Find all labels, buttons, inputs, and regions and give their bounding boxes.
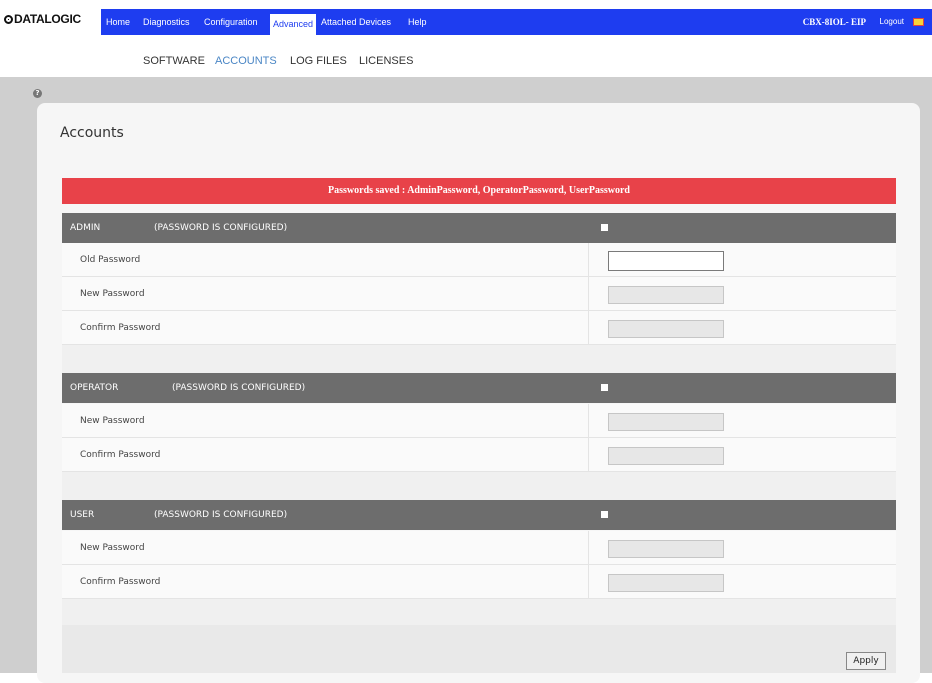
form-row-new-password: New Password [62, 404, 896, 438]
language-flag-icon[interactable] [913, 18, 924, 26]
operator-confirm-password-input[interactable] [608, 447, 724, 465]
form-row-new-password: New Password [62, 531, 896, 565]
admin-new-password-input[interactable] [608, 286, 724, 304]
admin-confirm-password-input[interactable] [608, 320, 724, 338]
nav-configuration[interactable]: Configuration [204, 9, 258, 35]
divider [588, 531, 589, 565]
user-confirm-password-input[interactable] [608, 574, 724, 592]
operator-checkbox[interactable] [601, 384, 608, 391]
form-row-confirm-password: Confirm Password [62, 311, 896, 345]
admin-checkbox[interactable] [601, 224, 608, 231]
divider [588, 438, 589, 472]
status-banner: Passwords saved : AdminPassword, Operato… [62, 178, 896, 204]
field-label: Confirm Password [80, 577, 161, 587]
sub-nav: SOFTWARE ACCOUNTS LOG FILES LICENSES [0, 42, 932, 77]
form-footer [62, 625, 896, 673]
apply-button[interactable]: Apply [846, 652, 886, 670]
section-name: ADMIN [70, 223, 101, 233]
logout-link[interactable]: Logout [880, 9, 904, 35]
operator-new-password-input[interactable] [608, 413, 724, 431]
divider [588, 565, 589, 599]
field-label: Confirm Password [80, 323, 161, 333]
section-header-operator: OPERATOR (PASSWORD IS CONFIGURED) [62, 373, 896, 403]
nav-diagnostics[interactable]: Diagnostics [143, 9, 190, 35]
divider [588, 311, 589, 345]
logo-mark-icon [4, 14, 13, 24]
top-bar: DATALOGIC Home Diagnostics Configuration… [0, 0, 932, 42]
divider [588, 243, 589, 277]
subnav-licenses[interactable]: LICENSES [359, 55, 413, 67]
section-spacer [62, 599, 896, 625]
nav-home[interactable]: Home [106, 9, 130, 35]
form-row-confirm-password: Confirm Password [62, 565, 896, 599]
section-header-user: USER (PASSWORD IS CONFIGURED) [62, 500, 896, 530]
main-nav: Home Diagnostics Configuration Advanced … [101, 9, 932, 35]
field-label: New Password [80, 289, 145, 299]
nav-advanced[interactable]: Advanced [270, 14, 317, 35]
divider [588, 277, 589, 311]
field-label: New Password [80, 416, 145, 426]
section-spacer [62, 345, 896, 373]
subnav-log-files[interactable]: LOG FILES [290, 55, 347, 67]
section-status: (PASSWORD IS CONFIGURED) [154, 510, 288, 520]
user-checkbox[interactable] [601, 511, 608, 518]
field-label: Old Password [80, 255, 141, 265]
user-new-password-input[interactable] [608, 540, 724, 558]
nav-help[interactable]: Help [408, 9, 427, 35]
datalogic-logo: DATALOGIC [4, 10, 81, 28]
section-name: USER [70, 510, 95, 520]
nav-attached-devices[interactable]: Attached Devices [321, 9, 391, 35]
question-icon[interactable]: ? [33, 89, 42, 98]
logo-text: DATALOGIC [14, 12, 81, 26]
page-title: Accounts [60, 125, 124, 141]
device-name: CBX-8IOL- EIP [802, 17, 866, 27]
admin-old-password-input[interactable] [608, 251, 724, 271]
subnav-accounts[interactable]: ACCOUNTS [215, 55, 277, 67]
section-status: (PASSWORD IS CONFIGURED) [154, 223, 288, 233]
section-name: OPERATOR [70, 383, 119, 393]
section-status: (PASSWORD IS CONFIGURED) [172, 383, 306, 393]
section-spacer [62, 472, 896, 500]
form-row-old-password: Old Password [62, 243, 896, 277]
section-header-admin: ADMIN (PASSWORD IS CONFIGURED) [62, 213, 896, 243]
form-row-confirm-password: Confirm Password [62, 438, 896, 472]
field-label: Confirm Password [80, 450, 161, 460]
form-row-new-password: New Password [62, 277, 896, 311]
field-label: New Password [80, 543, 145, 553]
subnav-software[interactable]: SOFTWARE [143, 55, 205, 67]
divider [588, 404, 589, 438]
